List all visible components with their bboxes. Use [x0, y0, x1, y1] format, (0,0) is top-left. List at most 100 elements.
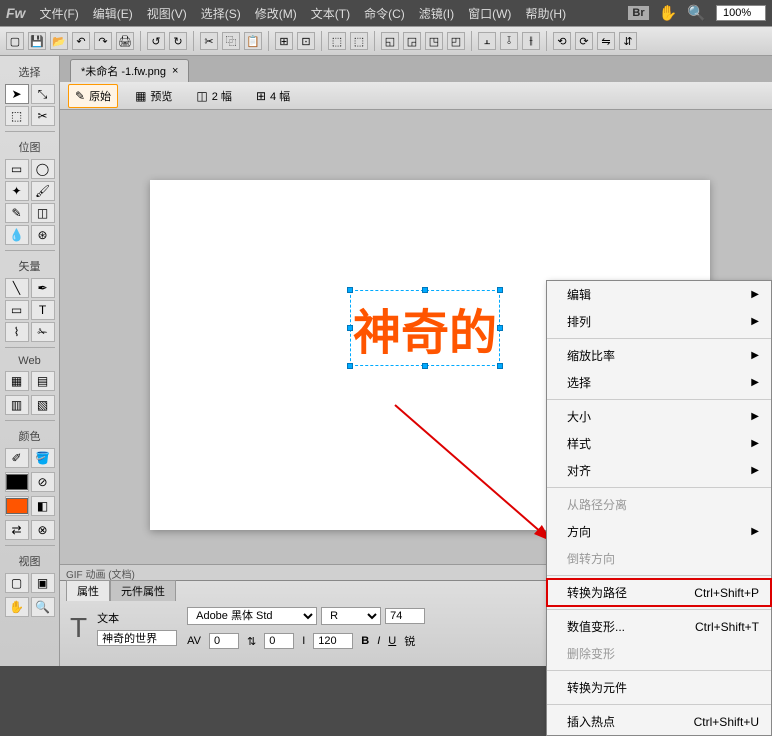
pen-tool[interactable]: ✒ [31, 278, 55, 298]
hide-slice-tool[interactable]: ▥ [5, 395, 29, 415]
menu-view[interactable]: 视图(V) [141, 3, 193, 24]
eraser-tool[interactable]: ◫ [31, 203, 55, 223]
print-icon[interactable]: 🖨 [116, 32, 134, 50]
new-icon[interactable]: ▢ [6, 32, 24, 50]
marquee-tool[interactable]: ▭ [5, 159, 29, 179]
flip-v-icon[interactable]: ⇵ [619, 32, 637, 50]
handle-mr[interactable] [497, 325, 503, 331]
tab-close-icon[interactable]: × [172, 65, 178, 77]
rect-tool[interactable]: ▭ [5, 300, 29, 320]
pencil-tool[interactable]: ✎ [5, 203, 29, 223]
view-original[interactable]: ✎原始 [68, 84, 118, 108]
rotate-left-icon[interactable]: ⟲ [553, 32, 571, 50]
export-icon[interactable]: ↷ [94, 32, 112, 50]
align-center-icon[interactable]: ⫱ [500, 32, 518, 50]
align-left-icon[interactable]: ⫠ [478, 32, 496, 50]
document-tab[interactable]: *未命名 -1.fw.png × [70, 59, 189, 82]
slice-tool[interactable]: ▤ [31, 371, 55, 391]
stroke-color[interactable] [5, 472, 29, 492]
cm-align[interactable]: 对齐▶ [547, 457, 771, 484]
cm-style[interactable]: 样式▶ [547, 430, 771, 457]
handle-bl[interactable] [347, 363, 353, 369]
leading-input[interactable] [264, 633, 294, 649]
ungroup-icon[interactable]: ⬚ [350, 32, 368, 50]
tab-symbol-properties[interactable]: 元件属性 [110, 580, 176, 601]
magnify-icon[interactable]: 🔍 [687, 4, 706, 22]
hand-tool[interactable]: ✋ [5, 597, 29, 617]
redo-icon[interactable]: ↻ [169, 32, 187, 50]
font-family-select[interactable]: Adobe 黑体 Std [187, 607, 317, 625]
undo-icon[interactable]: ↺ [147, 32, 165, 50]
hotspot-tool[interactable]: ▦ [5, 371, 29, 391]
group-icon[interactable]: ⬚ [328, 32, 346, 50]
snap-icon[interactable]: ⊡ [297, 32, 315, 50]
italic-button[interactable]: I [377, 635, 380, 647]
font-style-select[interactable]: R [321, 607, 381, 625]
cut-icon[interactable]: ✂ [200, 32, 218, 50]
handle-bm[interactable] [422, 363, 428, 369]
front-icon[interactable]: ◱ [381, 32, 399, 50]
forward-icon[interactable]: ◲ [403, 32, 421, 50]
show-slice-tool[interactable]: ▧ [31, 395, 55, 415]
scale-tool[interactable]: ⬚ [5, 106, 29, 126]
no-stroke[interactable]: ⊘ [31, 472, 55, 492]
knife-tool[interactable]: ✁ [31, 322, 55, 342]
handle-tr[interactable] [497, 287, 503, 293]
copy-icon[interactable]: ⿻ [222, 32, 240, 50]
menu-edit[interactable]: 编辑(E) [87, 3, 139, 24]
font-size-input[interactable] [385, 608, 425, 624]
wand-tool[interactable]: ✦ [5, 181, 29, 201]
freeform-tool[interactable]: ⌇ [5, 322, 29, 342]
cm-scale[interactable]: 缩放比率▶ [547, 342, 771, 369]
stamp-tool[interactable]: ⊛ [31, 225, 55, 245]
lasso-tool[interactable]: ◯ [31, 159, 55, 179]
fill-color[interactable] [5, 496, 29, 516]
default-colors[interactable]: ◧ [31, 496, 55, 516]
handle-ml[interactable] [347, 325, 353, 331]
rotate-right-icon[interactable]: ⟳ [575, 32, 593, 50]
menu-filter[interactable]: 滤镜(I) [413, 3, 460, 24]
menu-select[interactable]: 选择(S) [195, 3, 247, 24]
paste-icon[interactable]: 📋 [244, 32, 262, 50]
menu-window[interactable]: 窗口(W) [462, 3, 517, 24]
cm-select[interactable]: 选择▶ [547, 369, 771, 396]
cm-insert-hotspot[interactable]: 插入热点Ctrl+Shift+U [547, 708, 771, 735]
selected-text-object[interactable]: 神奇的 [350, 290, 500, 366]
menu-help[interactable]: 帮助(H) [519, 3, 572, 24]
view-2up[interactable]: ◫2 幅 [189, 84, 239, 108]
cm-num-transform[interactable]: 数值变形...Ctrl+Shift+T [547, 613, 771, 640]
screen-mode2-tool[interactable]: ▣ [31, 573, 55, 593]
back-icon[interactable]: ◰ [447, 32, 465, 50]
bold-button[interactable]: B [361, 635, 369, 647]
brush-tool[interactable]: 🖌 [31, 181, 55, 201]
open-icon[interactable]: 📂 [50, 32, 68, 50]
menu-command[interactable]: 命令(C) [358, 3, 411, 24]
no-fill[interactable]: ⊗ [31, 520, 55, 540]
bridge-icon[interactable]: Br [628, 6, 648, 20]
flip-h-icon[interactable]: ⇋ [597, 32, 615, 50]
cm-convert-path[interactable]: 转换为路径Ctrl+Shift+P [547, 579, 771, 606]
bucket-tool[interactable]: 🪣 [31, 448, 55, 468]
handle-tm[interactable] [422, 287, 428, 293]
text-tool[interactable]: T [31, 300, 55, 320]
blur-tool[interactable]: 💧 [5, 225, 29, 245]
subselect-tool[interactable]: ⤡ [31, 84, 55, 104]
menu-text[interactable]: 文本(T) [305, 3, 356, 24]
align-right-icon[interactable]: ⫲ [522, 32, 540, 50]
menu-modify[interactable]: 修改(M) [249, 3, 303, 24]
import-icon[interactable]: ↶ [72, 32, 90, 50]
height-input[interactable] [313, 633, 353, 649]
cm-direction[interactable]: 方向▶ [547, 518, 771, 545]
save-icon[interactable]: 💾 [28, 32, 46, 50]
handle-tl[interactable] [347, 287, 353, 293]
view-preview[interactable]: ▦预览 [128, 84, 179, 108]
hand-icon[interactable]: ✋ [659, 4, 678, 22]
menu-file[interactable]: 文件(F) [33, 3, 84, 24]
cm-size[interactable]: 大小▶ [547, 403, 771, 430]
cm-convert-symbol[interactable]: 转换为元件 [547, 674, 771, 701]
cm-edit[interactable]: 编辑▶ [547, 281, 771, 308]
eyedropper-tool[interactable]: ✐ [5, 448, 29, 468]
backward-icon[interactable]: ◳ [425, 32, 443, 50]
handle-br[interactable] [497, 363, 503, 369]
pointer-tool[interactable]: ➤ [5, 84, 29, 104]
